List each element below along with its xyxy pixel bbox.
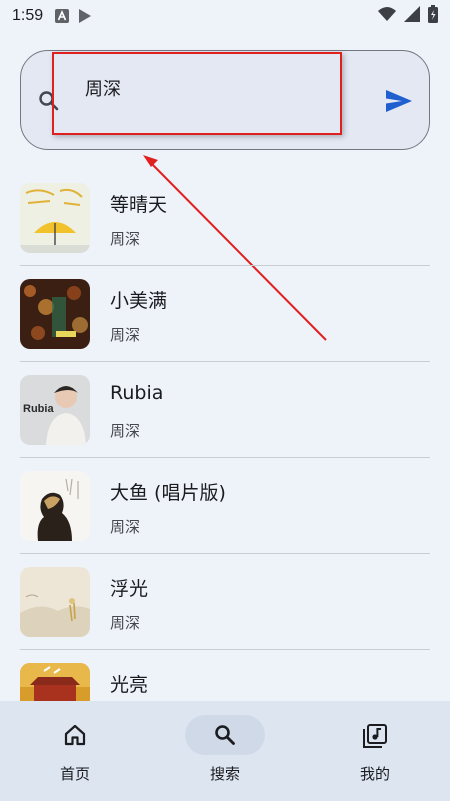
signal-icon — [404, 6, 420, 26]
song-item[interactable]: 大鱼 (唱片版) 周深 — [20, 458, 430, 554]
send-icon[interactable] — [385, 89, 413, 117]
search-input[interactable]: 周深 — [85, 75, 121, 101]
status-time: 1:59 — [12, 7, 44, 24]
search-icon — [37, 89, 61, 117]
portrait-cover: Rubia — [20, 375, 90, 445]
song-artist: 周深 — [110, 614, 141, 632]
nav-item-mine[interactable]: 我的 — [300, 701, 450, 801]
song-title: 光亮 — [110, 674, 149, 696]
silhouette-cover — [20, 471, 90, 541]
library-icon — [362, 723, 388, 753]
nav-item-search[interactable]: 搜索 — [150, 701, 300, 801]
song-title: 等晴天 — [110, 194, 168, 216]
wifi-icon — [378, 7, 396, 25]
cover-text: Rubia — [23, 403, 54, 415]
search-icon — [213, 723, 237, 751]
song-artist: 周深 — [110, 326, 141, 344]
song-item[interactable]: 等晴天 周深 — [20, 170, 430, 266]
song-item[interactable]: 浮光 周深 — [20, 554, 430, 650]
nav-label: 我的 — [359, 765, 390, 783]
search-bar[interactable]: 周深 — [20, 50, 430, 150]
bokeh-window-cover — [20, 279, 90, 349]
nav-label: 搜索 — [209, 765, 240, 783]
song-title: 小美满 — [110, 290, 168, 312]
bottom-nav: 首页 搜索 我的 — [0, 701, 450, 801]
song-title: 浮光 — [110, 578, 149, 600]
song-item[interactable]: Rubia Rubia 周深 — [20, 362, 430, 458]
nav-label: 首页 — [59, 765, 90, 783]
ink-landscape-cover — [20, 567, 90, 637]
song-title: Rubia — [110, 382, 164, 404]
home-icon — [63, 723, 87, 751]
battery-icon — [428, 5, 438, 27]
a-badge-icon — [55, 9, 70, 23]
song-list[interactable]: 等晴天 周深 小美满 周深 Rubia Rubia 周深 大鱼 (唱片版) 周深… — [0, 170, 450, 746]
yellow-umbrella-cover — [20, 183, 90, 253]
song-artist: 周深 — [110, 518, 141, 536]
play-store-icon — [79, 9, 92, 23]
song-title: 大鱼 (唱片版) — [110, 482, 226, 504]
nav-item-home[interactable]: 首页 — [0, 701, 150, 801]
status-bar: 1:59 — [0, 0, 450, 32]
song-item[interactable]: 小美满 周深 — [20, 266, 430, 362]
song-artist: 周深 — [110, 230, 141, 248]
song-artist: 周深 — [110, 422, 141, 440]
